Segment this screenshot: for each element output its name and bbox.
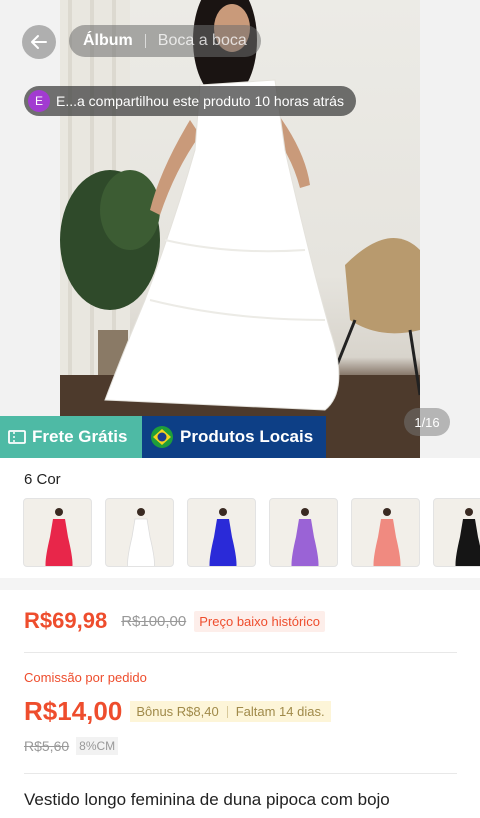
image-counter: 1/16 — [404, 408, 450, 436]
product-photo-illustration — [60, 0, 420, 458]
current-price: R$69,98 — [24, 608, 108, 633]
tab-album[interactable]: Álbum — [83, 32, 133, 50]
lowest-price-tag: Preço baixo histórico — [194, 610, 325, 632]
bonus-pill: Bônus R$8,40 Faltam 14 dias. — [130, 701, 331, 722]
gallery-tab-switcher: Álbum Boca a boca — [69, 25, 261, 57]
dress-thumbnail — [291, 508, 319, 566]
share-notice-text: E...a compartilhou este produto 10 horas… — [56, 93, 344, 109]
bonus-amount: Bônus R$8,40 — [136, 704, 219, 719]
back-button[interactable] — [22, 25, 56, 59]
color-swatch-rosa[interactable] — [351, 498, 420, 567]
commission-value: R$14,00 — [24, 696, 123, 726]
share-notice: E E...a compartilhou este produto 10 hor… — [24, 86, 356, 116]
commission-percent-badge: 8%CM — [76, 737, 119, 755]
ticket-icon — [8, 429, 26, 445]
color-swatch-lilas[interactable] — [269, 498, 338, 567]
gallery-backdrop-right — [420, 0, 480, 458]
commission-row: R$14,00 Bônus R$8,40 Faltam 14 dias. — [24, 696, 331, 727]
free-shipping-label: Frete Grátis — [32, 427, 128, 446]
bonus-remaining: Faltam 14 dias. — [235, 704, 325, 719]
color-swatch-branco[interactable] — [105, 498, 174, 567]
tab-separator — [144, 34, 146, 48]
section-divider — [0, 578, 480, 590]
bonus-separator — [226, 705, 228, 718]
commission-divider — [24, 773, 457, 774]
dress-thumbnail — [209, 508, 237, 566]
color-swatch-preto[interactable] — [433, 498, 480, 567]
dress-thumbnail — [373, 508, 401, 566]
tab-boca-a-boca[interactable]: Boca a boca — [158, 32, 247, 50]
dress-thumbnail — [45, 508, 73, 566]
dress-thumbnail — [127, 508, 155, 566]
local-products-label: Produtos Locais — [180, 427, 314, 446]
price-divider — [24, 652, 457, 653]
product-title: Vestido longo feminina de duna pipoca co… — [24, 790, 390, 809]
color-swatch-vermelho[interactable] — [23, 498, 92, 567]
avatar: E — [28, 90, 50, 112]
color-options: 6 Cor — [0, 458, 480, 578]
commission-sub-row: R$5,60 8%CM — [24, 737, 119, 755]
gallery-backdrop-left — [0, 0, 60, 458]
dress-thumbnail — [455, 508, 480, 566]
commission-label: Comissão por pedido — [24, 670, 147, 685]
brazil-flag-icon — [150, 425, 174, 449]
product-photo[interactable] — [60, 0, 420, 458]
free-shipping-badge: Frete Grátis — [0, 416, 142, 458]
local-products-badge: Produtos Locais — [142, 416, 326, 458]
color-swatch-list — [23, 498, 480, 567]
original-price: R$100,00 — [121, 612, 187, 630]
product-image-gallery[interactable]: Álbum Boca a boca E E...a compartilhou e… — [0, 0, 480, 458]
price-row: R$69,98 R$100,00 Preço baixo histórico — [24, 608, 325, 634]
color-swatch-azul[interactable] — [187, 498, 256, 567]
commission-old-value: R$5,60 — [24, 738, 70, 754]
product-badges: Frete Grátis Produtos Locais — [0, 416, 326, 458]
arrow-left-icon — [31, 35, 47, 49]
color-count-title: 6 Cor — [24, 471, 61, 488]
